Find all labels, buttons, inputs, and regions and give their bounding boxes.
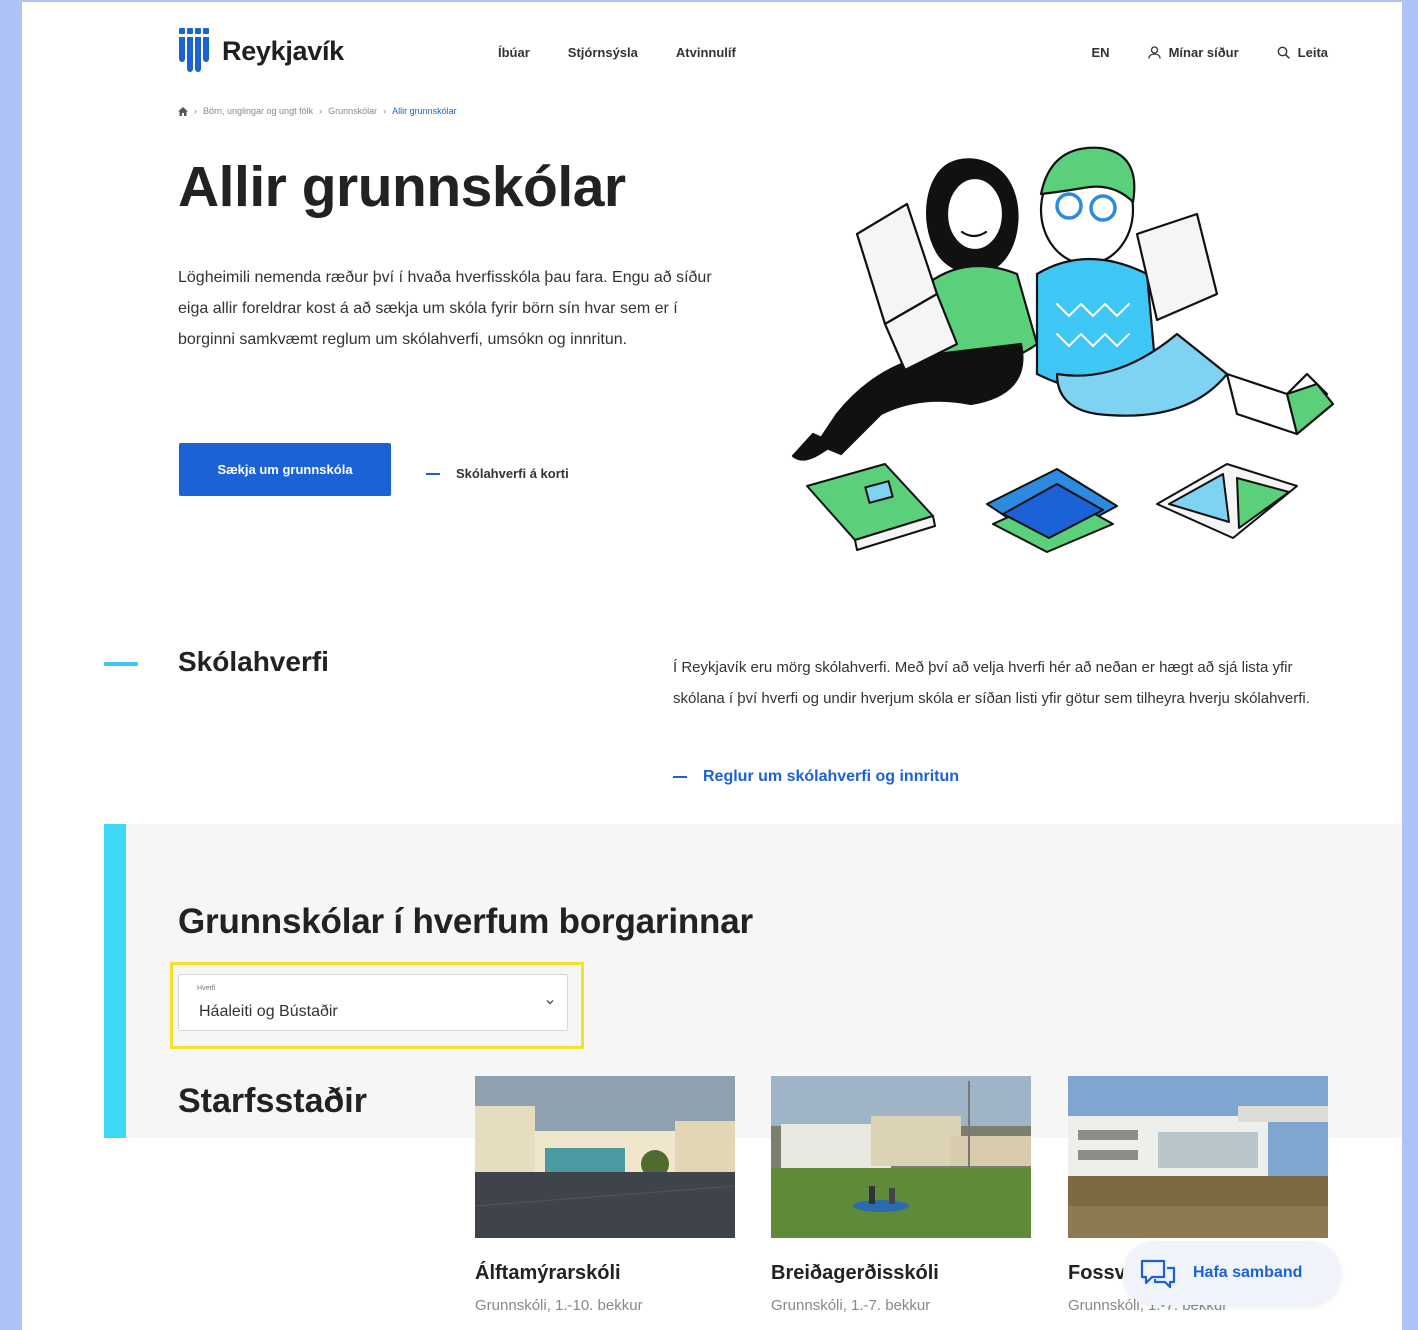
- page: Reykjavík Íbúar Stjórnsýsla Atvinnulíf E…: [22, 2, 1402, 1330]
- breadcrumb-separator: ›: [383, 106, 387, 116]
- my-pages-link[interactable]: Mínar síður: [1147, 45, 1239, 60]
- user-icon: [1147, 46, 1161, 59]
- home-icon[interactable]: [178, 106, 188, 116]
- breadcrumb-item-born[interactable]: Börn, unglingar og ungt fólk: [203, 106, 313, 116]
- breadcrumb-separator: ›: [194, 106, 197, 116]
- map-link-label: Skólahverfi á korti: [456, 466, 569, 481]
- my-pages-label: Mínar síður: [1168, 45, 1239, 60]
- school-photo: [475, 1076, 735, 1238]
- language-toggle[interactable]: EN: [1092, 45, 1110, 60]
- school-districts-map-link[interactable]: Skólahverfi á korti: [426, 466, 569, 481]
- district-select-label: Hverfi: [197, 985, 216, 992]
- apply-school-button[interactable]: Sækja um grunnskóla: [179, 443, 391, 496]
- search-link[interactable]: Leita: [1277, 45, 1328, 60]
- school-meta: Grunnskóli, 1.-10. bekkur: [475, 1297, 643, 1314]
- section-title-skolahverfi: Skólahverfi: [178, 646, 329, 677]
- breadcrumb: › Börn, unglingar og ungt fólk › Grunnsk…: [178, 106, 457, 116]
- search-icon: [1277, 46, 1290, 59]
- reykjavik-logo[interactable]: Reykjavík: [178, 28, 344, 74]
- breadcrumb-separator: ›: [319, 106, 323, 116]
- district-select-value: Háaleiti og Bústaðir: [199, 1003, 338, 1020]
- chat-bubbles-icon: [1140, 1259, 1176, 1288]
- contact-label: Hafa samband: [1193, 1264, 1303, 1281]
- hero-intro-text: Lögheimili nemenda ræður því í hvaða hve…: [178, 269, 712, 348]
- section-text-skolahverfi: Í Reykjavík eru mörg skólahverfi. Með þv…: [673, 659, 1310, 707]
- link-dash-icon: [426, 472, 440, 475]
- school-photo: [771, 1076, 1031, 1238]
- reykjavik-crest-icon: [178, 28, 210, 74]
- children-reading-illustration: [791, 146, 1335, 553]
- rules-link-label: Reglur um skólahverfi og innritun: [703, 768, 960, 785]
- panel-accent-bar: [104, 824, 126, 1138]
- school-name: Álftamýrarskóli: [475, 1262, 621, 1284]
- nav-item-atvinnulif[interactable]: Atvinnulíf: [676, 45, 736, 60]
- district-rules-link[interactable]: Reglur um skólahverfi og innritun: [673, 768, 959, 786]
- school-name: Breiðagerðisskóli: [771, 1262, 939, 1284]
- school-card-alftamyrarskoli[interactable]: Álftamýrarskóli Grunnskóli, 1.-10. bekku…: [475, 1076, 735, 1314]
- breadcrumb-item-grunnskolar[interactable]: Grunnskólar: [328, 106, 377, 116]
- nav-item-stjornsysla[interactable]: Stjórnsýsla: [568, 45, 638, 60]
- schools-panel-title: Grunnskólar í hverfum borgarinnar: [178, 902, 753, 941]
- school-meta: Grunnskóli, 1.-7. bekkur: [771, 1297, 931, 1314]
- nav-item-ibuar[interactable]: Íbúar: [498, 45, 530, 60]
- school-photo: [1068, 1076, 1328, 1238]
- page-title: Allir grunnskólar: [178, 155, 626, 219]
- chevron-down-icon: [546, 1000, 554, 1005]
- workplaces-title: Starfsstaðir: [178, 1082, 367, 1120]
- school-card-breidagerdisskoli[interactable]: Breiðagerðisskóli Grunnskóli, 1.-7. bekk…: [771, 1076, 1031, 1314]
- main-nav: Íbúar Stjórnsýsla Atvinnulíf: [498, 45, 736, 60]
- logo-text: Reykjavík: [222, 35, 344, 66]
- breadcrumb-current: Allir grunnskólar: [392, 106, 457, 116]
- search-label: Leita: [1297, 45, 1328, 60]
- section-accent-dash: [104, 662, 138, 666]
- district-select[interactable]: Hverfi Háaleiti og Bústaðir: [178, 974, 568, 1031]
- contact-button[interactable]: Hafa samband: [1123, 1241, 1341, 1305]
- utility-nav: EN Mínar síður Leita: [1092, 45, 1328, 60]
- link-dash-icon: [673, 776, 687, 778]
